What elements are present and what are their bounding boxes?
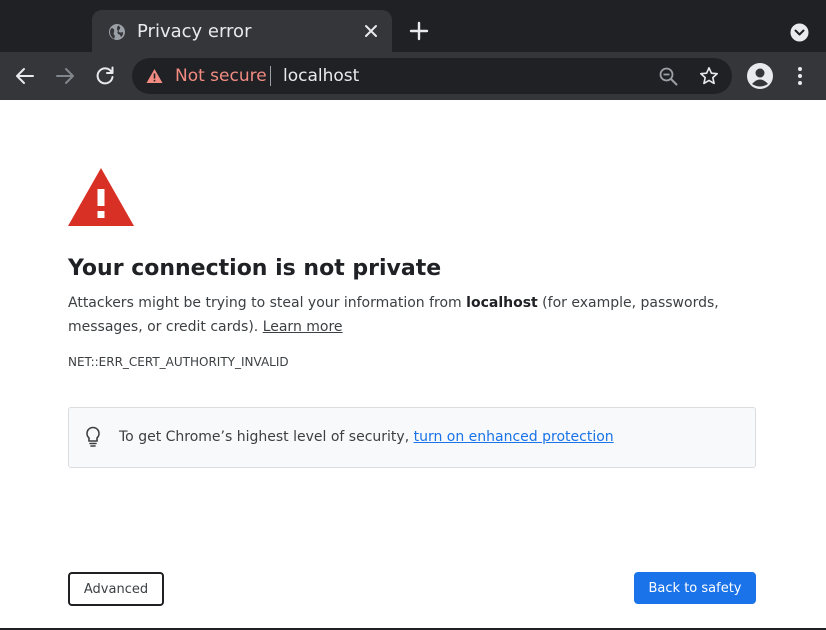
tab-strip: Privacy error bbox=[0, 0, 826, 52]
zoom-out-icon[interactable] bbox=[659, 67, 678, 86]
tab-privacy-error[interactable]: Privacy error bbox=[92, 10, 392, 52]
promo-text: To get Chrome’s highest level of securit… bbox=[119, 426, 614, 448]
advanced-button[interactable]: Advanced bbox=[68, 572, 164, 606]
address-bar[interactable]: Not secure localhost bbox=[132, 58, 732, 94]
forward-arrow-icon[interactable] bbox=[54, 65, 76, 87]
warning-icon[interactable] bbox=[146, 68, 163, 84]
browser-toolbar: Not secure localhost bbox=[0, 52, 826, 100]
new-tab-icon[interactable] bbox=[408, 20, 430, 42]
chevron-down-icon[interactable] bbox=[790, 23, 809, 42]
promo-message: To get Chrome’s highest level of securit… bbox=[119, 429, 414, 445]
warning-description: Attackers might be trying to steal your … bbox=[68, 291, 768, 339]
back-to-safety-button[interactable]: Back to safety bbox=[634, 572, 756, 604]
warning-triangle-icon bbox=[68, 168, 134, 226]
globe-icon bbox=[109, 24, 125, 40]
security-status[interactable]: Not secure bbox=[175, 65, 267, 87]
tab-title: Privacy error bbox=[137, 21, 252, 42]
enhanced-protection-link[interactable]: turn on enhanced protection bbox=[414, 429, 614, 445]
lightbulb-icon bbox=[86, 426, 100, 447]
menu-dots-icon[interactable] bbox=[790, 65, 810, 87]
learn-more-link[interactable]: Learn more bbox=[263, 319, 343, 335]
error-code: NET::ERR_CERT_AUTHORITY_INVALID bbox=[68, 355, 289, 369]
interstitial-page: Your connection is not private Attackers… bbox=[0, 100, 826, 630]
enhanced-protection-promo: To get Chrome’s highest level of securit… bbox=[68, 407, 756, 468]
close-icon[interactable] bbox=[362, 22, 380, 40]
bookmark-star-icon[interactable] bbox=[699, 66, 719, 86]
back-arrow-icon[interactable] bbox=[14, 65, 36, 87]
host-name: localhost bbox=[466, 295, 538, 311]
reload-icon[interactable] bbox=[94, 65, 116, 87]
profile-avatar-icon[interactable] bbox=[746, 62, 774, 90]
description-text: Attackers might be trying to steal your … bbox=[68, 295, 467, 311]
page-title: Your connection is not private bbox=[68, 256, 442, 281]
url-text[interactable]: localhost bbox=[283, 65, 359, 87]
divider bbox=[270, 66, 271, 86]
